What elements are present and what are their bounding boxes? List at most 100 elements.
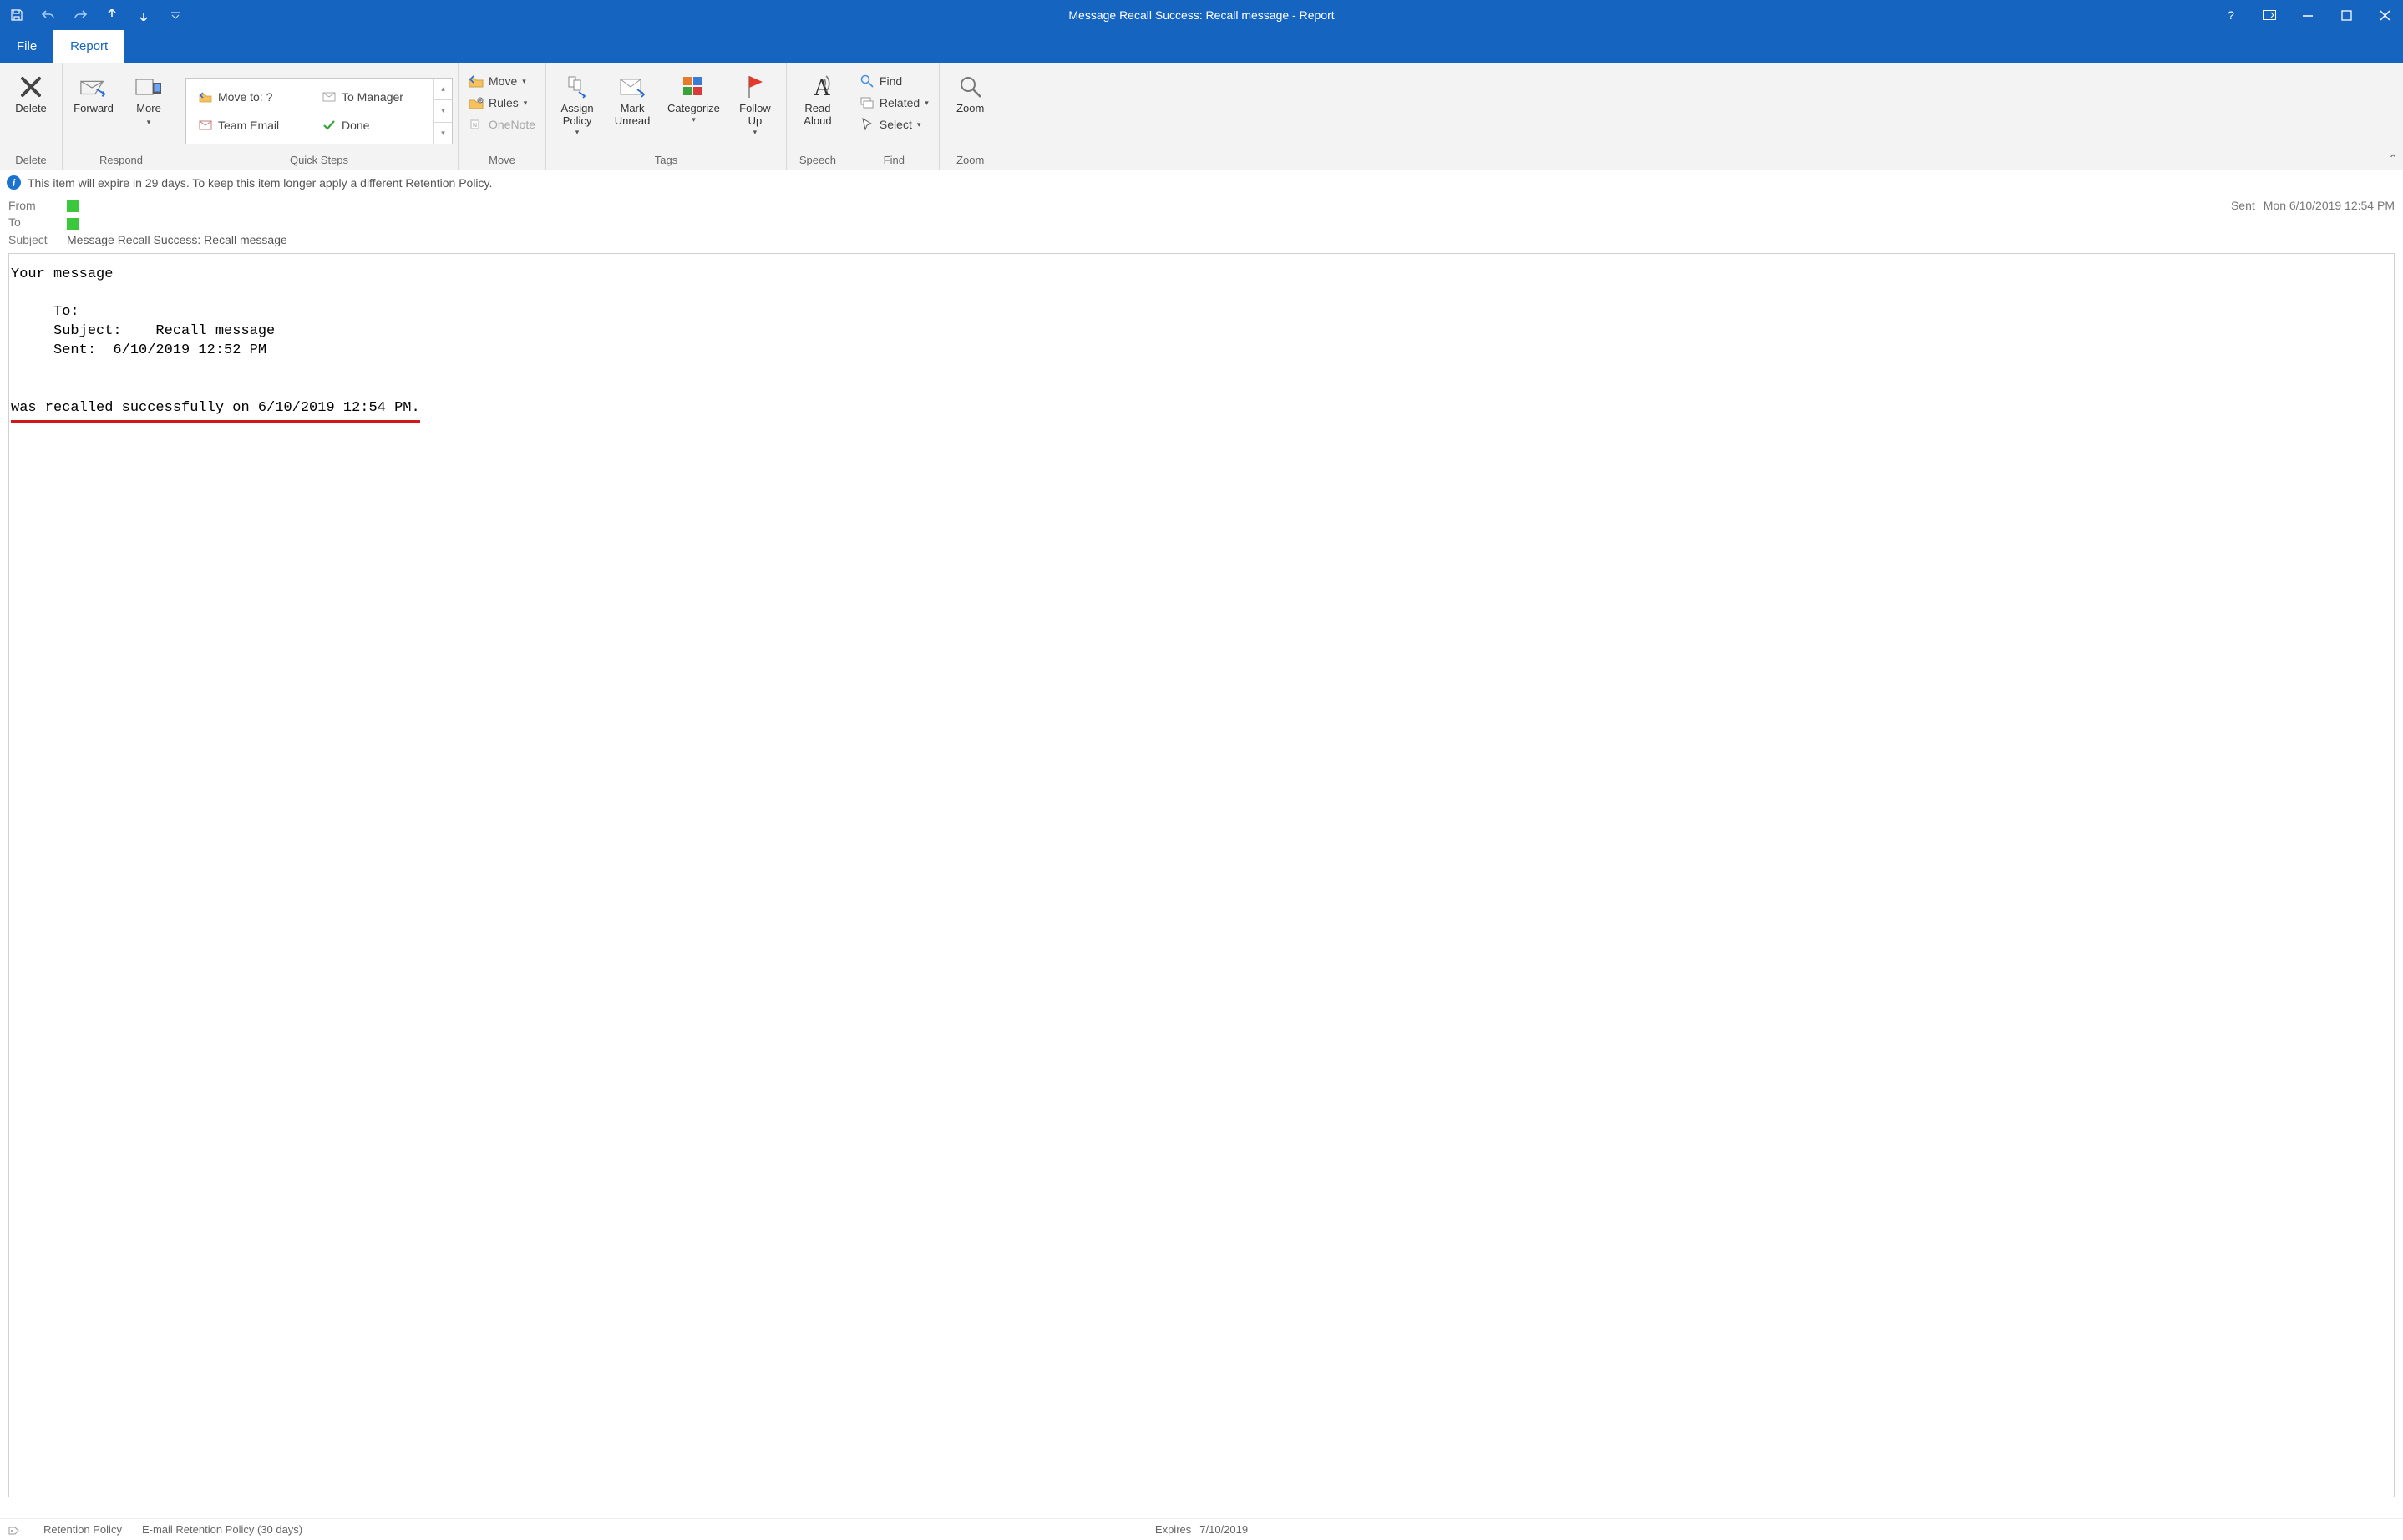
window-title: Message Recall Success: Recall message -… xyxy=(1068,8,1334,22)
body-line-subject: Subject: Recall message xyxy=(11,322,2392,342)
retention-infobar: i This item will expire in 29 days. To k… xyxy=(0,170,2403,195)
select-label: Select xyxy=(880,118,912,131)
ribbon-tab-strip: File Report xyxy=(0,30,2403,63)
related-label: Related xyxy=(880,96,920,109)
team-email-icon xyxy=(198,118,213,133)
qs-move-to-label: Move to: ? xyxy=(218,90,272,104)
assign-policy-label: Assign Policy xyxy=(561,103,594,128)
group-tags: Assign Policy ▾ Mark Unread Categorize ▾ xyxy=(546,63,787,170)
body-line-result: was recalled successfully on 6/10/2019 1… xyxy=(11,399,2392,423)
to-label: To xyxy=(8,215,58,229)
help-icon[interactable]: ? xyxy=(2223,7,2239,23)
forward-button[interactable]: Forward xyxy=(68,70,119,116)
group-delete: Delete Delete xyxy=(0,63,63,170)
qs-up-icon[interactable]: ▴ xyxy=(434,79,452,99)
mark-unread-label: Mark Unread xyxy=(615,103,651,128)
read-aloud-button[interactable]: A Read Aloud xyxy=(792,70,844,129)
quick-access-toolbar xyxy=(0,7,192,23)
qs-team-email-label: Team Email xyxy=(218,119,279,132)
qs-to-manager[interactable]: To Manager xyxy=(317,86,427,108)
expires-label: Expires xyxy=(1155,1523,1191,1536)
group-respond-label: Respond xyxy=(68,152,175,170)
search-icon xyxy=(859,73,875,89)
delete-button[interactable]: Delete xyxy=(5,70,57,116)
qs-to-manager-label: To Manager xyxy=(342,90,403,104)
done-check-icon xyxy=(322,118,337,133)
qs-team-email[interactable]: Team Email xyxy=(193,114,303,136)
rules-folder-icon xyxy=(469,95,484,110)
body-line-1: Your message xyxy=(11,266,2392,285)
body-line-to: To: xyxy=(11,303,2392,322)
more-icon xyxy=(134,73,163,101)
flag-icon xyxy=(741,73,769,101)
minimize-icon[interactable] xyxy=(2299,7,2316,23)
onenote-icon: N xyxy=(469,117,484,132)
retention-label: Retention Policy xyxy=(43,1523,122,1536)
ribbon-display-icon[interactable] xyxy=(2261,7,2278,23)
mark-unread-button[interactable]: Mark Unread xyxy=(606,70,658,129)
folder-arrow-icon xyxy=(198,89,213,104)
categorize-button[interactable]: Categorize ▾ xyxy=(662,70,726,125)
delete-label: Delete xyxy=(15,103,47,115)
group-delete-label: Delete xyxy=(5,152,57,170)
qs-done[interactable]: Done xyxy=(317,114,427,136)
presence-icon xyxy=(67,218,79,230)
status-bar: Retention Policy E-mail Retention Policy… xyxy=(0,1518,2403,1540)
body-line-sent: Sent: 6/10/2019 12:52 PM xyxy=(11,342,2392,361)
next-item-icon[interactable] xyxy=(135,7,152,23)
undo-icon[interactable] xyxy=(40,7,57,23)
qs-scroll[interactable]: ▴ ▾ ▾ xyxy=(433,79,452,144)
message-body: Your message To: Subject: Recall message… xyxy=(8,253,2395,1497)
info-icon: i xyxy=(7,175,21,190)
move-button[interactable]: Move ▾ xyxy=(464,70,531,92)
group-quick-steps: Move to: ? Team Email To Manager Done xyxy=(180,63,459,170)
qs-down-icon[interactable]: ▾ xyxy=(434,99,452,121)
maximize-icon[interactable] xyxy=(2338,7,2355,23)
qs-move-to[interactable]: Move to: ? xyxy=(193,86,303,108)
forward-label: Forward xyxy=(74,103,114,115)
related-button[interactable]: Related ▾ xyxy=(854,92,934,114)
save-icon[interactable] xyxy=(8,7,25,23)
assign-policy-button[interactable]: Assign Policy ▾ xyxy=(551,70,603,138)
related-icon xyxy=(859,95,875,110)
presence-icon xyxy=(67,200,79,212)
expires-value: 7/10/2019 xyxy=(1199,1523,1248,1536)
categorize-icon xyxy=(679,73,707,101)
move-label: Move xyxy=(489,74,517,88)
cursor-icon xyxy=(859,117,875,132)
tab-report[interactable]: Report xyxy=(53,30,124,63)
subject-value: Message Recall Success: Recall message xyxy=(67,233,2395,246)
read-aloud-label: Read Aloud xyxy=(804,103,831,128)
onenote-label: OneNote xyxy=(489,118,535,131)
group-speech: A Read Aloud Speech xyxy=(787,63,849,170)
follow-up-button[interactable]: Follow Up ▾ xyxy=(729,70,781,138)
to-manager-icon xyxy=(322,89,337,104)
move-folder-icon xyxy=(469,73,484,89)
assign-policy-icon xyxy=(563,73,591,101)
redo-icon[interactable] xyxy=(72,7,89,23)
ribbon: Delete Delete Forward More▾ Respond xyxy=(0,63,2403,170)
group-move-label: Move xyxy=(464,152,540,170)
onenote-button: N OneNote xyxy=(464,114,540,135)
find-button[interactable]: Find xyxy=(854,70,907,92)
customize-qat-icon[interactable] xyxy=(167,7,184,23)
tab-file[interactable]: File xyxy=(0,30,53,63)
more-button[interactable]: More▾ xyxy=(123,70,175,129)
group-find: Find Related ▾ Select ▾ Find xyxy=(849,63,940,170)
zoom-button[interactable]: Zoom xyxy=(945,70,996,116)
zoom-label: Zoom xyxy=(956,103,984,115)
window-controls: ? xyxy=(2223,7,2403,23)
find-label: Find xyxy=(880,74,902,88)
previous-item-icon[interactable] xyxy=(104,7,120,23)
group-speech-label: Speech xyxy=(792,152,844,170)
group-move: Move ▾ Rules ▾ N OneNote Move xyxy=(459,63,546,170)
collapse-ribbon-icon[interactable]: ⌃ xyxy=(2388,152,2398,166)
quick-steps-gallery[interactable]: Move to: ? Team Email To Manager Done xyxy=(185,78,453,144)
rules-button[interactable]: Rules ▾ xyxy=(464,92,532,114)
select-button[interactable]: Select ▾ xyxy=(854,114,925,135)
qs-more-icon[interactable]: ▾ xyxy=(434,122,452,144)
close-icon[interactable] xyxy=(2376,7,2393,23)
rules-label: Rules xyxy=(489,96,519,109)
zoom-icon xyxy=(956,73,985,101)
infobar-text: This item will expire in 29 days. To kee… xyxy=(28,176,492,190)
